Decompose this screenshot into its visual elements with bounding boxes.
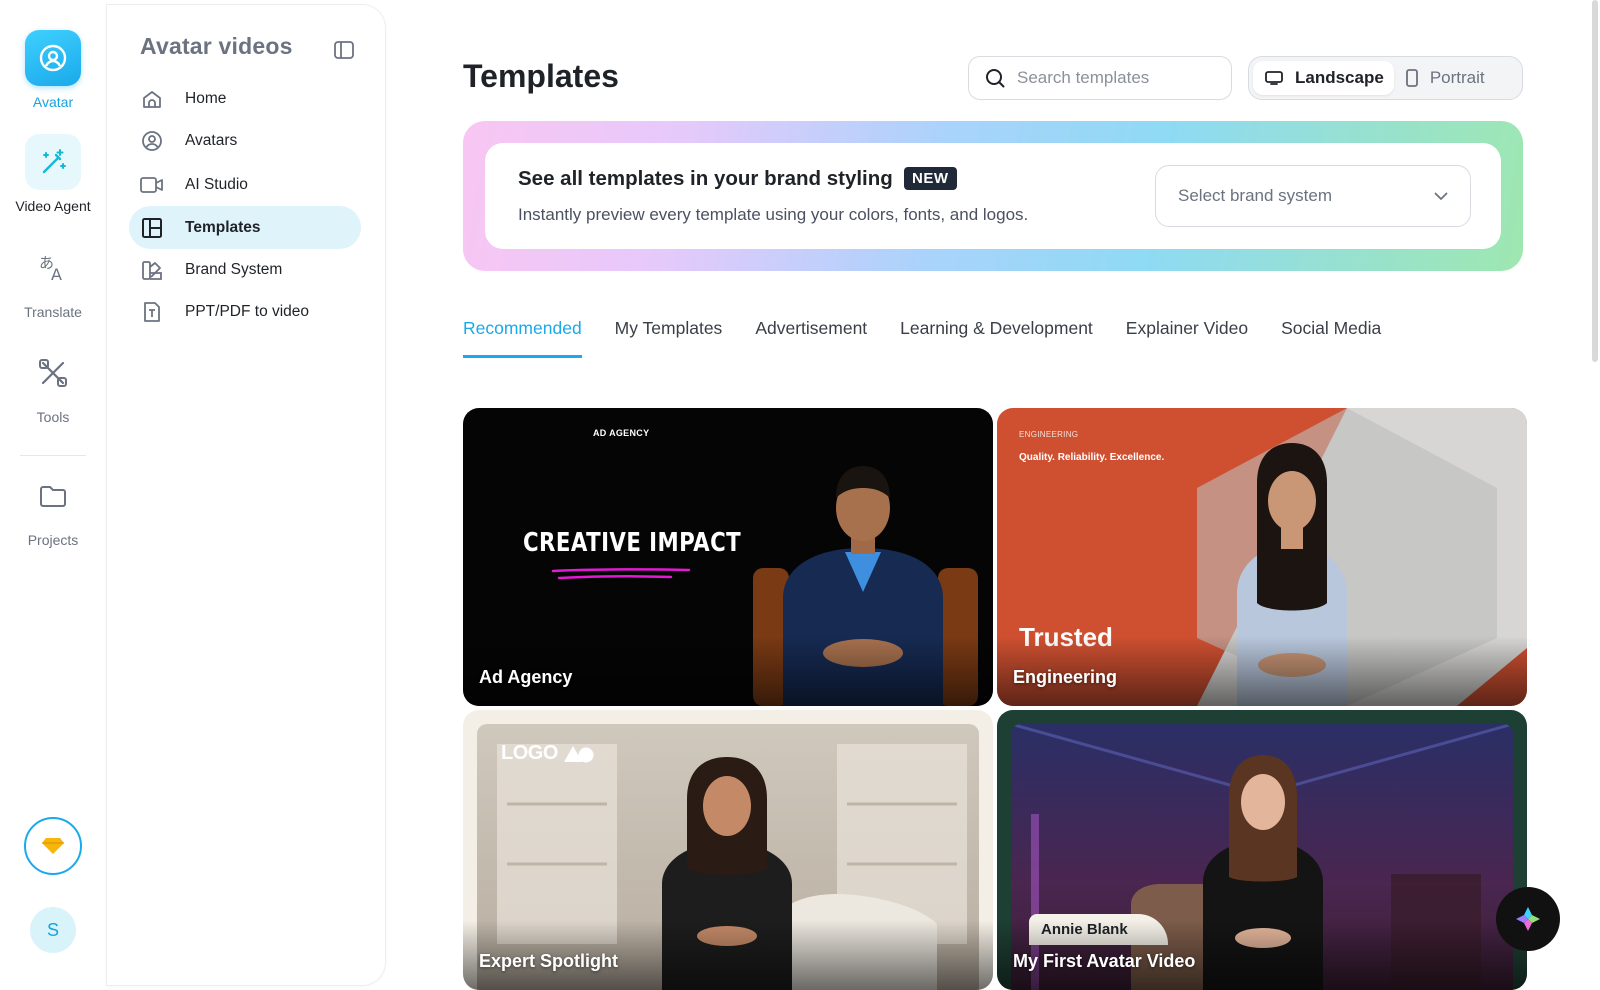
svg-text:A: A — [51, 265, 62, 284]
rail-item-video-agent[interactable]: Video Agent — [0, 134, 106, 214]
sidebar-item-ai-studio[interactable]: AI Studio — [129, 163, 361, 206]
banner-subtitle: Instantly preview every template using y… — [518, 205, 1029, 224]
sidebar-item-label: Brand System — [185, 260, 283, 278]
sidebar-item-label: PPT/PDF to video — [185, 302, 310, 320]
card-label: My First Avatar Video — [1013, 951, 1196, 971]
banner-card: See all templates in your brand styling … — [485, 143, 1501, 249]
upgrade-button[interactable] — [24, 817, 82, 875]
search-box[interactable] — [968, 56, 1232, 100]
template-category-tabs: Recommended My Templates Advertisement L… — [463, 318, 1414, 358]
search-input[interactable] — [1017, 68, 1217, 88]
sidebar-item-avatars[interactable]: Avatars — [129, 119, 361, 162]
rail-item-tools[interactable]: Tools — [0, 345, 106, 425]
rail-label: Tools — [36, 409, 70, 425]
card-label: Ad Agency — [479, 667, 573, 687]
layout-icon — [140, 216, 164, 240]
template-card-ad-agency[interactable]: AD AGENCY CREATIVE IMPACT Ad Agency — [463, 408, 993, 706]
template-card-my-first-avatar-video[interactable]: Annie Blank My First Avatar Video — [997, 710, 1527, 990]
tab-explainer-video[interactable]: Explainer Video — [1126, 318, 1248, 358]
user-avatar[interactable]: S — [30, 907, 76, 953]
diamond-icon — [42, 838, 64, 854]
card-headline: CREATIVE IMPACT — [523, 528, 742, 558]
phone-icon — [1405, 69, 1418, 87]
card-label: Engineering — [1013, 667, 1118, 687]
card-label: Expert Spotlight — [479, 951, 618, 971]
chevron-down-icon — [1434, 192, 1448, 200]
sidebar-item-label: AI Studio — [185, 175, 248, 193]
panel-title: Avatar videos — [140, 33, 293, 59]
video-camera-icon — [140, 173, 164, 197]
magic-wand-icon — [25, 134, 81, 190]
rail-divider — [20, 455, 86, 456]
logo-label: LOGO — [501, 742, 558, 764]
tools-icon — [25, 345, 81, 401]
tab-recommended[interactable]: Recommended — [463, 318, 582, 358]
rail-label: Translate — [24, 304, 82, 320]
monitor-icon — [1265, 70, 1283, 86]
sidebar-item-brand-system[interactable]: Brand System — [129, 248, 361, 291]
sidebar-item-templates[interactable]: Templates — [129, 206, 361, 249]
brand-system-select[interactable]: Select brand system — [1155, 165, 1471, 227]
rail-item-avatar[interactable]: Avatar — [0, 30, 106, 110]
translate-icon: あA — [25, 240, 81, 296]
home-icon — [140, 87, 164, 111]
new-badge: NEW — [904, 167, 957, 190]
rail-label: Avatar — [32, 94, 74, 110]
user-circle-icon — [140, 129, 164, 153]
card-tagline: Quality. Reliability. Excellence. — [1019, 452, 1165, 463]
template-card-engineering[interactable]: ENGINEERING Quality. Reliability. Excell… — [997, 408, 1527, 706]
pink-underline-decoration — [551, 568, 691, 580]
avatar-icon — [25, 30, 81, 86]
tab-social-media[interactable]: Social Media — [1281, 318, 1381, 358]
rail-label: Projects — [27, 532, 79, 548]
rail-item-projects[interactable]: Projects — [0, 468, 106, 548]
sidebar-collapse-icon[interactable] — [333, 39, 355, 61]
scrollbar-thumb[interactable] — [1592, 0, 1598, 362]
landscape-label: Landscape — [1295, 68, 1384, 87]
sidebar-item-label: Home — [185, 89, 227, 107]
brand-styling-banner: See all templates in your brand styling … — [463, 121, 1523, 271]
logo-text: LOGO — [501, 742, 596, 765]
rail-label: Video Agent — [15, 198, 91, 214]
document-icon — [140, 300, 164, 324]
portrait-button[interactable]: Portrait — [1394, 61, 1495, 95]
portrait-label: Portrait — [1429, 68, 1485, 87]
sidebar-item-label: Avatars — [185, 131, 238, 149]
search-icon — [986, 69, 1005, 88]
page-title: Templates — [463, 58, 619, 94]
sparkle-logo-icon — [1516, 907, 1540, 931]
orientation-toggle: Landscape Portrait — [1248, 56, 1523, 100]
logo-shapes-icon — [563, 745, 594, 762]
tab-advertisement[interactable]: Advertisement — [755, 318, 867, 358]
card-tag: ENGINEERING — [1019, 430, 1079, 439]
tab-learning-development[interactable]: Learning & Development — [900, 318, 1093, 358]
card-tag: AD AGENCY — [593, 428, 650, 438]
sidebar-item-ppt-pdf-to-video[interactable]: PPT/PDF to video — [129, 290, 361, 333]
assistant-button[interactable] — [1496, 887, 1560, 951]
template-card-expert-spotlight[interactable]: LOGO Expert Spotlight — [463, 710, 993, 990]
landscape-button[interactable]: Landscape — [1253, 61, 1394, 95]
primary-rail: Avatar Video Agent あA Translate Tools Pr… — [0, 0, 106, 990]
tab-my-templates[interactable]: My Templates — [615, 318, 723, 358]
avatar-videos-panel: Avatar videos Home Avatars AI Studio Tem… — [106, 4, 386, 986]
sidebar-item-home[interactable]: Home — [129, 77, 361, 120]
rail-item-translate[interactable]: あA Translate — [0, 240, 106, 320]
banner-title: See all templates in your brand styling — [518, 167, 893, 190]
brand-select-placeholder: Select brand system — [1178, 186, 1333, 205]
folder-icon — [25, 468, 81, 524]
sidebar-item-label: Templates — [185, 218, 261, 236]
palette-icon — [140, 258, 164, 282]
